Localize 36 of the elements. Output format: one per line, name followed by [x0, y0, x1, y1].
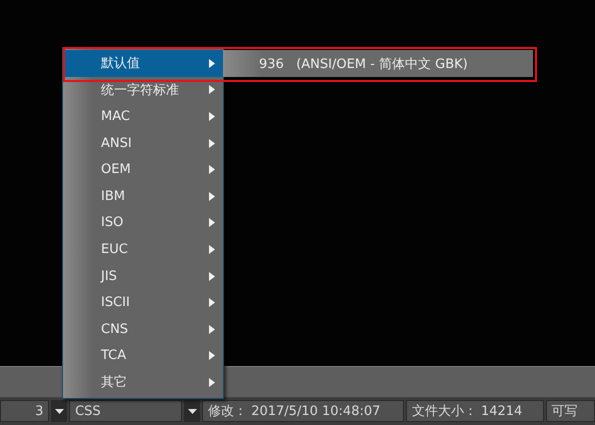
menu-item[interactable]: 其它	[63, 369, 223, 396]
submenu-arrow-icon	[209, 138, 215, 148]
menu-item[interactable]: 默认值	[63, 50, 223, 77]
modified-time: 修改： 2017/5/10 10:48:07	[202, 400, 404, 422]
submenu-arrow-icon	[209, 272, 215, 281]
submenu-arrow-icon	[209, 58, 215, 68]
caret-icon	[54, 408, 64, 414]
menu-item[interactable]: ISCII	[63, 289, 223, 316]
submenu-arrow-icon	[209, 112, 215, 121]
menu-item[interactable]: EUC	[63, 236, 223, 263]
menu-item[interactable]: IBM	[63, 182, 223, 210]
menu-item[interactable]: CNS	[63, 316, 223, 343]
submenu-item[interactable]: 936 (ANSI/OEM - 简体中文 GBK)	[223, 54, 468, 72]
access-mode: 可写	[546, 400, 595, 422]
submenu-arrow-icon	[209, 85, 215, 94]
submenu-arrow-icon	[209, 351, 215, 360]
menu-item[interactable]: 统一字符标准	[63, 76, 223, 104]
dropdown-button[interactable]	[184, 400, 200, 422]
syntax-field[interactable]: CSS	[69, 400, 182, 422]
file-size: 文件大小： 14214	[406, 400, 544, 422]
submenu-arrow-icon	[209, 165, 215, 174]
submenu-arrow-icon	[209, 244, 215, 254]
menu-item[interactable]: JIS	[63, 262, 223, 290]
submenu-arrow-icon	[209, 192, 215, 201]
caret-icon	[188, 408, 197, 414]
menu-item[interactable]: OEM	[63, 156, 223, 183]
submenu-arrow-icon	[209, 324, 215, 334]
menu-item[interactable]: ISO	[63, 210, 223, 236]
submenu-arrow-icon	[209, 378, 215, 387]
dropdown-button[interactable]	[51, 400, 68, 422]
submenu-arrow-icon	[209, 298, 215, 308]
menu-item[interactable]: TCA	[63, 342, 223, 370]
menu-item[interactable]: MAC	[63, 103, 223, 130]
menu-item[interactable]: ANSI	[63, 130, 223, 156]
encoding-field[interactable]: 3	[0, 400, 50, 422]
submenu-arrow-icon	[209, 218, 215, 228]
